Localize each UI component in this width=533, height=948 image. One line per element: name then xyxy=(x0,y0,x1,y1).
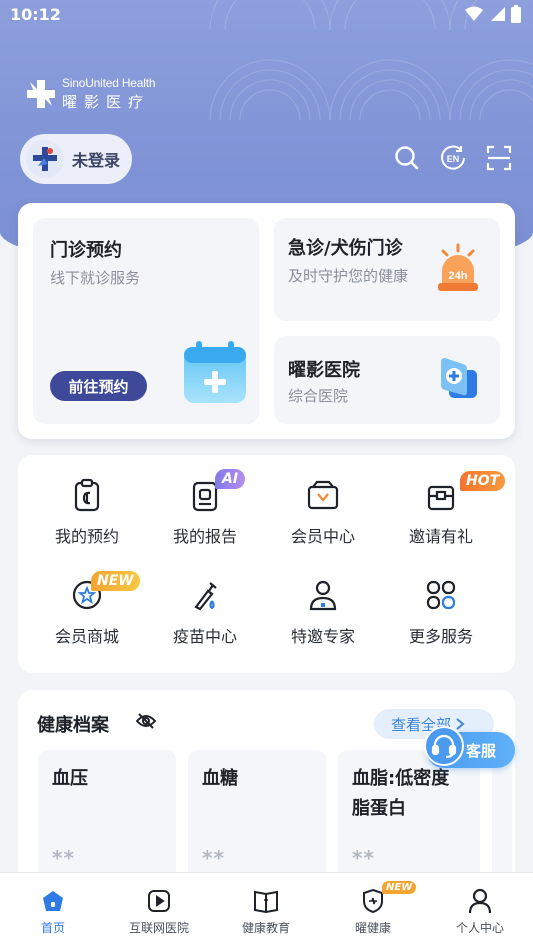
doctor-icon xyxy=(305,577,341,613)
more-grid-icon xyxy=(423,577,459,613)
headset-icon xyxy=(424,726,464,766)
vaccine-icon xyxy=(187,577,223,613)
metric-value: ** xyxy=(202,846,225,870)
brand-name-cn: 曜影医疗 xyxy=(62,93,151,111)
grid-item-member-mall[interactable]: 会员商城 NEW xyxy=(27,555,147,646)
status-bar: 10:12 xyxy=(0,0,533,30)
home-icon xyxy=(39,887,67,915)
tab-label: 首页 xyxy=(40,921,65,935)
metric-title: 血糖 xyxy=(202,768,238,789)
services-card: 门诊预约 线下就诊服务 前往预约 急诊/犬伤门诊 及时守护您的健康 24h 曜影… xyxy=(18,203,515,439)
tab-label: 个人中心 xyxy=(455,921,504,935)
grid-label: 会员商城 xyxy=(54,627,119,646)
grid-item-invited-experts[interactable]: 特邀专家 xyxy=(263,555,383,646)
quick-services-grid: 我的预约 我的报告 AI 会员中心 邀请有礼 HOT 会员商城 NEW 疫苗中心 xyxy=(18,455,515,673)
grid-item-more-services[interactable]: 更多服务 xyxy=(381,555,501,646)
user-avatar-icon xyxy=(26,140,64,178)
sinounited-cross-logo xyxy=(27,80,55,108)
grid-label: 会员中心 xyxy=(290,527,355,546)
grid-item-invite-gift[interactable]: 邀请有礼 HOT xyxy=(381,455,506,546)
brand-name-en: SinoUnited Health xyxy=(62,76,156,90)
metric-card-blood-sugar[interactable]: 血糖 ** xyxy=(188,750,326,880)
hospital-tile[interactable]: 曜影医院 综合医院 xyxy=(274,336,500,424)
grid-label: 邀请有礼 xyxy=(408,527,473,546)
appointment-subtitle: 线下就诊服务 xyxy=(50,269,141,287)
calendar-plus-icon xyxy=(184,341,246,403)
play-video-icon xyxy=(145,887,173,915)
login-label: 未登录 xyxy=(72,151,121,170)
language-en-icon[interactable]: EN xyxy=(439,144,467,172)
search-icon[interactable] xyxy=(393,144,421,172)
status-time: 10:12 xyxy=(10,5,61,24)
emergency-tile[interactable]: 急诊/犬伤门诊 及时守护您的健康 24h xyxy=(274,218,500,321)
person-icon xyxy=(466,887,494,915)
metric-title: 血脂:低密度脂蛋白 xyxy=(352,768,450,819)
tab-label: 曜健康 xyxy=(354,921,391,935)
grid-item-my-appointments[interactable]: 我的预约 xyxy=(27,455,147,546)
grid-item-member-center[interactable]: 会员中心 xyxy=(263,455,383,546)
customer-service-button[interactable]: 客服 xyxy=(424,726,515,768)
grid-label: 我的预约 xyxy=(54,527,119,546)
grid-label: 我的报告 xyxy=(172,527,237,546)
health-records-card: 健康档案 查看全部 血压 ** 血糖 ** 血脂:低密度脂蛋白 ** xyxy=(18,690,515,890)
svg-text:24h: 24h xyxy=(449,270,468,282)
hot-badge: HOT xyxy=(460,471,506,491)
metric-value: ** xyxy=(352,846,375,870)
metric-card-peek xyxy=(492,750,512,880)
clipboard-icon xyxy=(69,477,105,513)
tab-health-education[interactable]: 健康教育 xyxy=(213,873,319,948)
grid-item-my-reports[interactable]: 我的报告 AI xyxy=(145,455,265,546)
metric-card-blood-pressure[interactable]: 血压 ** xyxy=(38,750,176,880)
eye-hidden-icon[interactable] xyxy=(136,712,156,730)
metric-card-blood-lipid[interactable]: 血脂:低密度脂蛋白 ** xyxy=(338,750,480,880)
tab-internet-hospital[interactable]: 互联网医院 xyxy=(106,873,212,948)
hospital-card-icon xyxy=(441,358,477,398)
login-button[interactable]: 未登录 xyxy=(20,134,132,184)
ai-badge: AI xyxy=(215,469,246,489)
bottom-tab-bar: 首页 互联网医院 健康教育 曜健康 NEW 个人中心 xyxy=(0,872,533,948)
appointment-tile[interactable]: 门诊预约 线下就诊服务 前往预约 xyxy=(33,218,259,424)
appointment-title: 门诊预约 xyxy=(50,240,122,261)
signal-icon xyxy=(491,7,505,21)
tab-label: 互联网医院 xyxy=(128,921,189,935)
metric-title: 血压 xyxy=(52,768,88,789)
scan-icon[interactable] xyxy=(485,144,513,172)
svg-text:EN: EN xyxy=(447,154,460,164)
metric-value: ** xyxy=(52,846,75,870)
battery-icon xyxy=(511,5,521,23)
new-badge: NEW xyxy=(382,881,417,894)
tab-home[interactable]: 首页 xyxy=(0,873,106,948)
health-records-title: 健康档案 xyxy=(37,715,109,736)
new-badge: NEW xyxy=(91,571,140,591)
brand-logo: SinoUnited Health 曜影医疗 xyxy=(26,76,156,112)
grid-label: 更多服务 xyxy=(408,627,473,646)
grid-item-vaccine-center[interactable]: 疫苗中心 xyxy=(145,555,265,646)
member-box-icon xyxy=(305,477,341,513)
book-icon xyxy=(252,887,280,915)
book-appointment-button[interactable]: 前往预约 xyxy=(50,371,147,401)
grid-label: 疫苗中心 xyxy=(172,627,237,646)
top-actions: EN xyxy=(393,144,513,172)
gift-icon xyxy=(423,477,459,513)
tab-sino-health[interactable]: 曜健康 NEW xyxy=(320,873,426,948)
tab-personal-center[interactable]: 个人中心 xyxy=(427,873,533,948)
grid-label: 特邀专家 xyxy=(290,627,355,646)
chevron-right-icon xyxy=(456,718,465,730)
alarm-24h-icon: 24h xyxy=(438,243,478,291)
tab-label: 健康教育 xyxy=(241,921,290,935)
emergency-subtitle: 及时守护您的健康 xyxy=(288,267,409,285)
wifi-icon xyxy=(465,6,483,21)
customer-service-label: 客服 xyxy=(466,741,497,760)
